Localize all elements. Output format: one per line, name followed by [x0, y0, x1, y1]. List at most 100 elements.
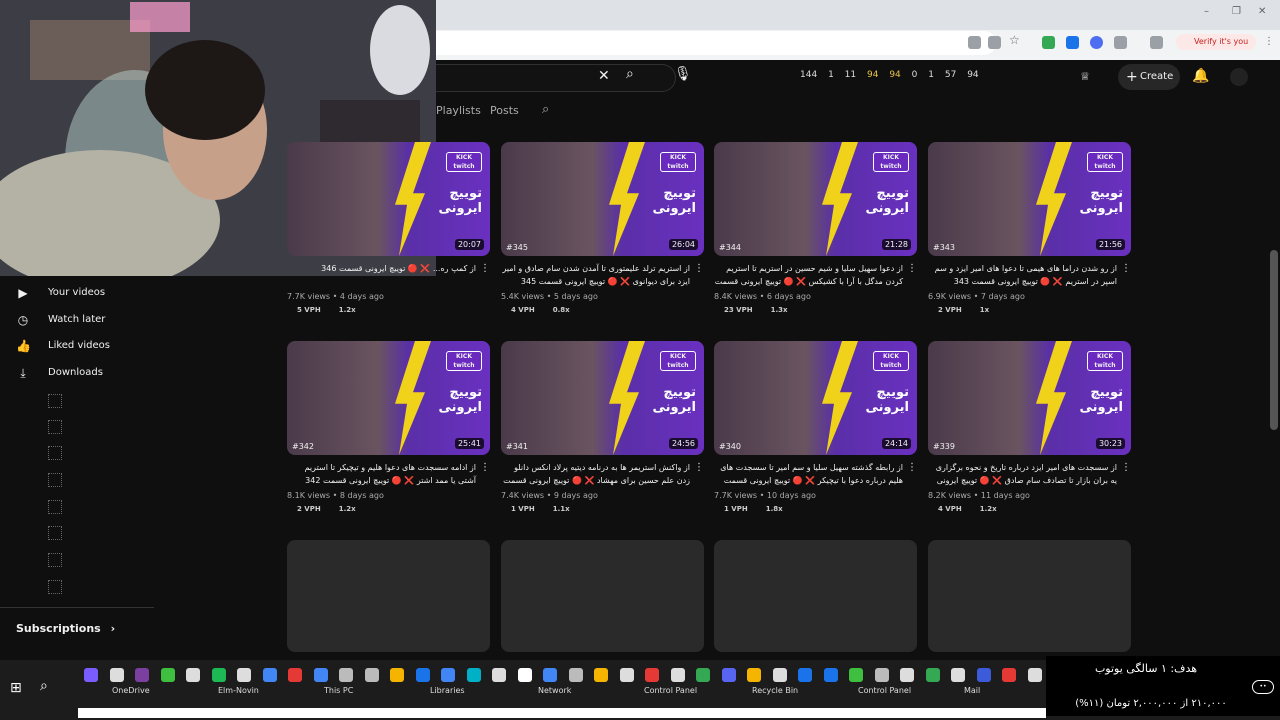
taskbar-app-icon[interactable] [415, 668, 430, 682]
subscriptions-heading[interactable]: Subscriptions › [16, 622, 115, 635]
taskbar-app-icon[interactable] [696, 668, 710, 682]
tab-playlists[interactable]: Playlists [436, 104, 481, 117]
more-options-icon[interactable]: ⋮ [1121, 461, 1131, 474]
windows-start-icon[interactable]: ⊞ [10, 680, 22, 696]
install-icon[interactable] [988, 36, 1001, 49]
video-title[interactable]: ⋮ از استریم ترلد علیمتوری تا آمدن شدن سام… [501, 262, 704, 290]
sidebar-item-downloads[interactable]: ⤓ Downloads [16, 363, 103, 383]
desktop-item-this-pc[interactable]: This PC [324, 686, 353, 695]
video-title[interactable]: ⋮ از واکنش استریمر ها به درنامه دیتیه پرل… [501, 461, 704, 489]
extensions-puzzle-icon[interactable] [1114, 36, 1127, 49]
taskbar-app-icon[interactable] [951, 668, 965, 682]
verify-button[interactable]: Verify it's you [1176, 34, 1256, 50]
extension-shield-icon[interactable] [1042, 36, 1055, 49]
taskbar-app-icon[interactable] [645, 668, 659, 682]
video-thumbnail[interactable]: KICK twitch توییچ ایرونی #341 24:56 [501, 341, 704, 455]
taskbar-app-icon[interactable] [517, 668, 532, 682]
tab-posts[interactable]: Posts [490, 104, 519, 117]
extension-vpn-icon[interactable] [1066, 36, 1079, 49]
video-thumbnail[interactable]: KICK twitch توییچ ایرونی #342 25:41 [287, 341, 490, 455]
taskbar-app-icon[interactable] [976, 668, 991, 682]
taskbar-app-icon[interactable] [900, 668, 914, 682]
taskbar-app-icon[interactable] [364, 668, 379, 682]
taskbar-app-icon[interactable] [543, 668, 557, 682]
more-options-icon[interactable]: ⋮ [1121, 262, 1131, 275]
taskbar-app-icon[interactable] [288, 668, 302, 682]
video-title[interactable]: ⋮ از رو شدن دراما های هیمی تا دعوا های ام… [928, 262, 1131, 290]
video-title[interactable]: ⋮ از رابطه گذشته سهیل سلیا و سم امیر تا س… [714, 461, 917, 489]
minimize-icon[interactable]: – [1204, 6, 1209, 17]
video-thumbnail[interactable]: KICK twitch توییچ ایرونی #340 24:14 [714, 341, 917, 455]
video-thumbnail[interactable]: KICK twitch توییچ ایرونی #345 26:04 [501, 142, 704, 256]
taskbar-app-icon[interactable] [925, 668, 940, 682]
taskbar-app-icon[interactable] [1027, 668, 1042, 682]
desktop-item-onedrive[interactable]: OneDrive [112, 686, 150, 695]
taskbar-app-icon[interactable] [237, 668, 251, 682]
video-card[interactable]: KICK twitch توییچ ایرونی #340 24:14 ⋮ از رابطه… [714, 341, 917, 513]
taskbar-app-icon[interactable] [823, 668, 838, 682]
sidebar-item-liked-videos[interactable]: 👍 Liked videos [16, 336, 110, 356]
bookmark-star-icon[interactable]: ☆ [1009, 33, 1022, 47]
taskbar-app-icon[interactable] [109, 668, 124, 682]
taskbar-app-icon[interactable] [721, 668, 736, 682]
video-thumbnail[interactable]: KICK twitch توییچ ایرونی #339 30:23 [928, 341, 1131, 455]
taskbar-app-icon[interactable] [135, 668, 149, 682]
taskbar-app-icon[interactable] [441, 668, 455, 682]
taskbar-app-icon[interactable] [390, 668, 404, 682]
video-card[interactable]: KICK twitch توییچ ایرونی #341 24:56 ⋮ از واکنش… [501, 341, 704, 513]
close-window-icon[interactable]: ✕ [1258, 6, 1266, 17]
desktop-item-control-panel[interactable]: Control Panel [644, 686, 697, 695]
taskbar-app-icon[interactable] [798, 668, 812, 682]
video-card[interactable]: KICK twitch توییچ ایرونی #342 25:41 ⋮ از ادامه… [287, 341, 490, 513]
video-title[interactable]: ⋮ از کمپ ره... ❌ 🔴 توییچ ایرونی قسمت 346 [287, 262, 490, 290]
avatar[interactable] [1230, 68, 1248, 86]
taskbar-app-icon[interactable] [1002, 668, 1016, 682]
taskbar-app-icon[interactable] [84, 668, 98, 682]
desktop-item-recycle-bin[interactable]: Recycle Bin [752, 686, 798, 695]
create-button[interactable]: + Create [1118, 64, 1180, 90]
browser-menu-icon[interactable]: ⋮ [1264, 36, 1274, 47]
desktop-item-network[interactable]: Network [538, 686, 571, 695]
taskbar-app-icon[interactable] [492, 668, 506, 682]
taskbar-app-icon[interactable] [670, 668, 685, 682]
maximize-icon[interactable]: ❐ [1232, 6, 1241, 17]
more-options-icon[interactable]: ⋮ [907, 461, 917, 474]
notifications-bell-icon[interactable]: 🔔 [1192, 68, 1209, 84]
microphone-icon[interactable]: 🎙 [674, 66, 692, 82]
more-options-icon[interactable]: ⋮ [907, 262, 917, 275]
video-card[interactable]: KICK twitch توییچ ایرونی 20:07 ⋮ از کمپ ره...… [287, 142, 490, 314]
address-bar[interactable] [436, 31, 996, 55]
desktop-item-mail[interactable]: Mail [964, 686, 980, 695]
taskbar-app-icon[interactable] [594, 668, 608, 682]
video-thumbnail[interactable]: KICK twitch توییچ ایرونی 20:07 [287, 142, 490, 256]
page-scrollbar[interactable] [1270, 250, 1278, 430]
taskbar-search-icon[interactable]: ⌕ [40, 678, 48, 694]
taskbar-app-icon[interactable] [186, 668, 200, 682]
more-options-icon[interactable]: ⋮ [694, 461, 704, 474]
video-thumbnail[interactable]: KICK twitch توییچ ایرونی #343 21:56 [928, 142, 1131, 256]
taskbar-app-icon[interactable] [849, 668, 863, 682]
desktop-item-control-panel-2[interactable]: Control Panel [858, 686, 911, 695]
desktop-item-libraries[interactable]: Libraries [430, 686, 465, 695]
search-icon[interactable]: ⌕ [626, 66, 634, 82]
taskbar-app-icon[interactable] [160, 668, 175, 682]
more-options-icon[interactable]: ⋮ [480, 262, 490, 275]
desktop-item-elm-novin[interactable]: Elm-Novin [218, 686, 259, 695]
taskbar-app-icon[interactable] [772, 668, 787, 682]
video-thumbnail[interactable]: KICK twitch توییچ ایرونی #344 21:28 [714, 142, 917, 256]
taskbar-app-icon[interactable] [568, 668, 583, 682]
taskbar-app-icon[interactable] [211, 668, 226, 682]
taskbar-app-icon[interactable] [619, 668, 634, 682]
video-title[interactable]: ⋮ از ادامه سسجدت های دعوا هلیم و تیچیکر ت… [287, 461, 490, 489]
taskbar-app-icon[interactable] [747, 668, 761, 682]
vidiq-icon[interactable]: ♕ [1080, 70, 1090, 83]
more-options-icon[interactable]: ⋮ [694, 262, 704, 275]
video-card[interactable]: KICK twitch توییچ ایرونی #344 21:28 ⋮ از دعوا … [714, 142, 917, 314]
translate-icon[interactable] [968, 36, 981, 49]
video-card[interactable]: KICK twitch توییچ ایرونی #345 26:04 ⋮ از استری… [501, 142, 704, 314]
tab-search-icon[interactable] [1150, 36, 1163, 49]
search-input[interactable] [436, 64, 676, 92]
video-card[interactable]: KICK twitch توییچ ایرونی #343 21:56 ⋮ از رو شد… [928, 142, 1131, 314]
sidebar-item-watch-later[interactable]: ◷ Watch later [16, 310, 106, 330]
taskbar-app-icon[interactable] [339, 668, 353, 682]
